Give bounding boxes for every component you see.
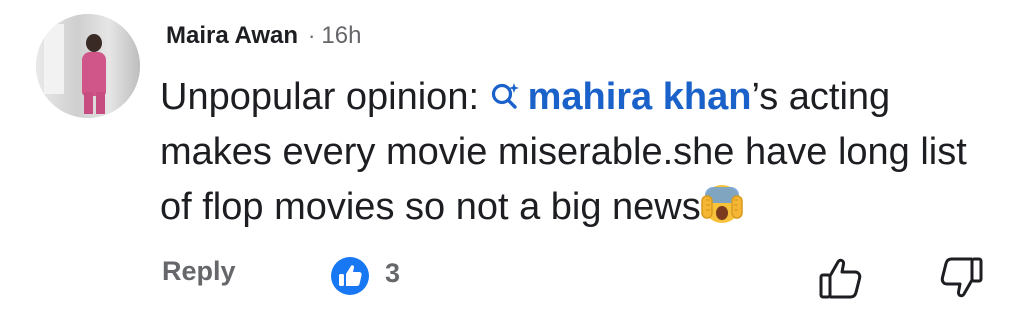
reply-button[interactable]: Reply <box>162 256 236 287</box>
thumbs-up-icon[interactable] <box>817 254 865 302</box>
timestamp[interactable]: 16h <box>321 22 361 50</box>
comment-text: Unpopular opinion: mahira khan’s acting … <box>160 70 1000 235</box>
search-sparkle-icon <box>491 83 519 109</box>
fearful-face-emoji-icon <box>701 185 743 223</box>
avatar-body <box>82 52 106 96</box>
avatar-leg <box>96 92 105 114</box>
avatar-leg <box>84 92 93 114</box>
comment-header: Maira Awan · 16h <box>166 22 361 50</box>
search-tag-link[interactable]: mahira khan <box>490 76 752 118</box>
like-reaction-icon <box>331 257 369 295</box>
avatar-head <box>86 34 102 52</box>
comment-text-before: Unpopular opinion: <box>160 76 490 118</box>
thumbs-down-icon[interactable] <box>937 254 985 302</box>
avatar-window <box>44 24 64 94</box>
tag-label[interactable]: mahira khan <box>528 76 752 118</box>
avatar[interactable] <box>36 14 140 118</box>
author-name[interactable]: Maira Awan <box>166 22 298 50</box>
separator: · <box>308 23 316 48</box>
like-count: 3 <box>385 258 401 288</box>
